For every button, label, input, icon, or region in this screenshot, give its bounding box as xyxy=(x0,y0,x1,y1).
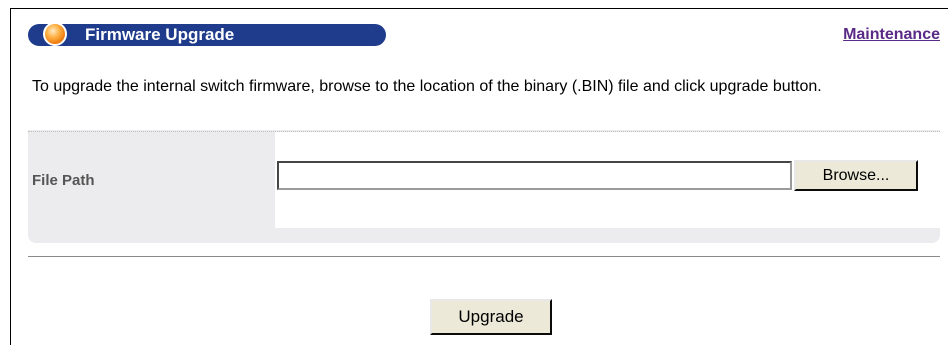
description-box: To upgrade the internal switch firmware,… xyxy=(28,57,940,130)
description-text: To upgrade the internal switch firmware,… xyxy=(32,78,822,95)
orange-orb-icon xyxy=(43,22,67,46)
title-bar: Firmware Upgrade xyxy=(28,22,386,46)
frame-left-border xyxy=(10,8,11,345)
browse-button[interactable]: Browse... xyxy=(794,160,918,191)
upgrade-button[interactable]: Upgrade xyxy=(430,299,552,335)
page-title: Firmware Upgrade xyxy=(85,25,235,44)
file-path-label: File Path xyxy=(32,172,95,189)
section-divider xyxy=(28,256,940,257)
maintenance-link[interactable]: Maintenance xyxy=(843,26,940,44)
frame-top-border xyxy=(10,8,948,9)
firmware-panel: To upgrade the internal switch firmware,… xyxy=(28,57,940,243)
file-path-input[interactable] xyxy=(277,161,792,190)
